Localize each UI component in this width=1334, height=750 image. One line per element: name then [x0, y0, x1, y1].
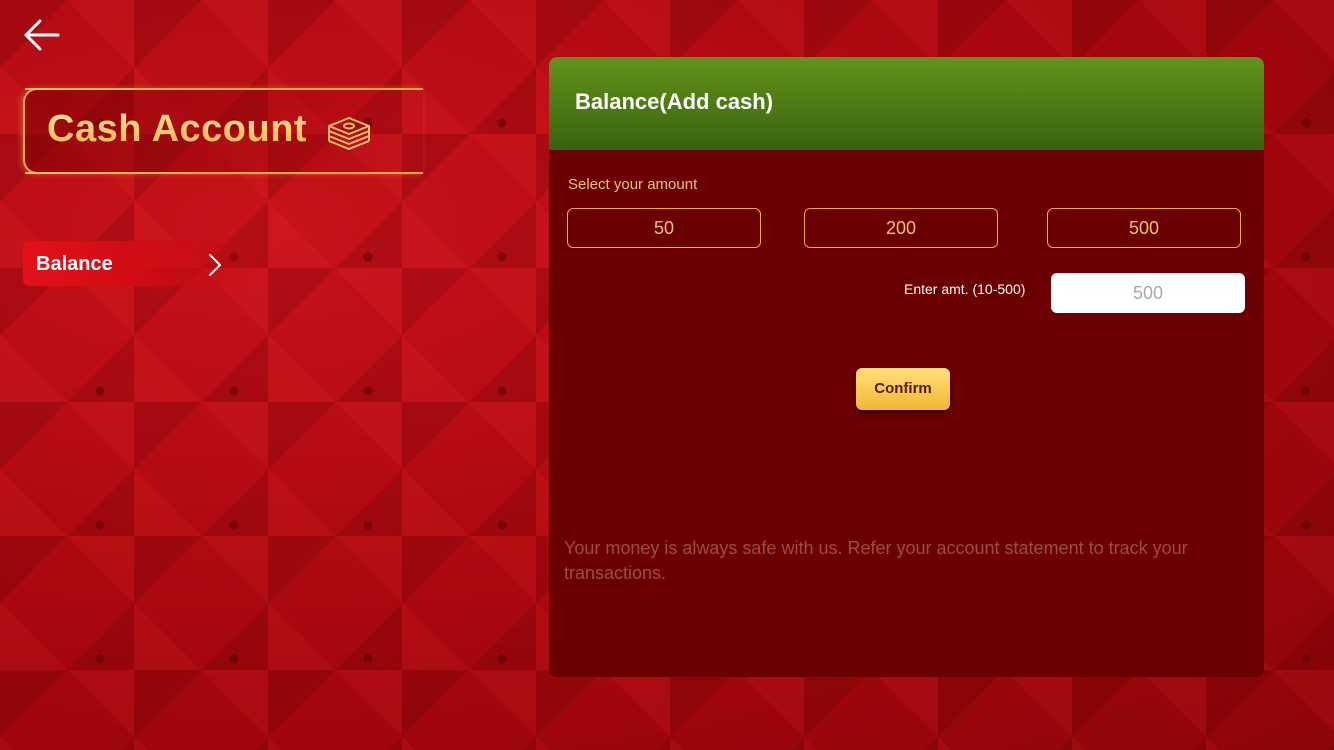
amount-option-button[interactable]: 200	[804, 208, 998, 248]
sidebar-item-balance[interactable]: Balance	[23, 241, 263, 286]
confirm-button[interactable]: Confirm	[856, 368, 950, 410]
chevron-right-icon	[209, 254, 221, 276]
panel-header: Balance(Add cash)	[549, 57, 1264, 150]
select-amount-label: Select your amount	[568, 176, 698, 193]
cash-stack-icon	[328, 117, 370, 150]
panel-title: Balance(Add cash)	[575, 89, 774, 114]
amount-option-button[interactable]: 50	[567, 208, 761, 248]
sidebar-item-label: Balance	[36, 253, 113, 275]
back-button[interactable]	[20, 14, 64, 56]
amount-option-button[interactable]: 500	[1047, 208, 1241, 248]
safety-note: Your money is always safe with us. Refer…	[564, 538, 1188, 583]
add-cash-panel: Balance(Add cash) Select your amount 50 …	[549, 57, 1264, 677]
cash-account-header: Cash Account	[23, 88, 423, 174]
page-title: Cash Account	[47, 108, 308, 150]
arrow-left-icon	[24, 19, 60, 51]
enter-amount-label: Enter amt. (10-500)	[904, 281, 1026, 297]
amount-input[interactable]	[1051, 273, 1245, 313]
